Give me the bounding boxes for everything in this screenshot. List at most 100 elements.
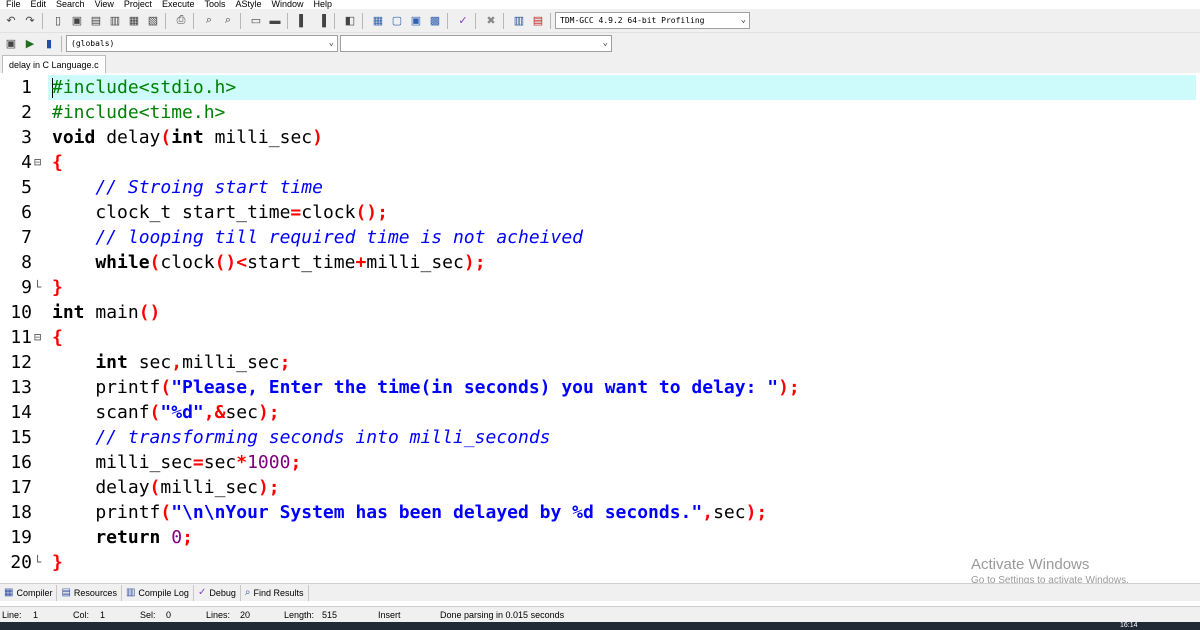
delete-profile-icon[interactable]: ▤: [530, 13, 546, 29]
status-line-value: 1: [33, 610, 39, 620]
tab-find-results[interactable]: ⌕ Find Results: [241, 584, 309, 601]
indent-icon[interactable]: ▌: [295, 13, 311, 29]
toggle-comment-icon[interactable]: ◧: [342, 13, 358, 29]
menu-tools[interactable]: Tools: [204, 0, 225, 9]
fold-toggle-icon[interactable]: ⊟: [34, 150, 44, 175]
line-number: 3: [21, 127, 32, 148]
menu-search[interactable]: Search: [56, 0, 85, 9]
identifier: milli_sec: [203, 127, 313, 148]
goto-icon[interactable]: ▶: [22, 36, 38, 52]
redo-icon[interactable]: ↷: [22, 13, 38, 29]
menu-bar: File Edit Search View Project Execute To…: [0, 0, 1200, 9]
line-number: 10: [10, 302, 32, 323]
tab-compile-log[interactable]: ▥ Compile Log: [122, 584, 194, 601]
menu-astyle[interactable]: AStyle: [235, 0, 261, 9]
main-toolbar: ↶ ↷ ▯ ▣ ▤ ▥ ▦ ▧ ⎙ ⌕ ⌕ ▭ ▬ ▌ ▐ ◧ ▦ ▢ ▣ ▩ …: [0, 9, 1200, 33]
watermark-title: Activate Windows: [971, 556, 1090, 573]
symbol: (): [138, 302, 161, 323]
preprocessor-directive: #include<time.h>: [52, 102, 226, 123]
close-all-icon[interactable]: ▧: [145, 13, 161, 29]
number-literal: 0: [171, 527, 183, 548]
run-icon[interactable]: ▢: [389, 13, 405, 29]
code-line-20: }: [52, 550, 63, 575]
code-line-11: {: [52, 325, 63, 350]
find-icon[interactable]: ⌕: [201, 13, 217, 29]
compiler-select[interactable]: TDM-GCC 4.9.2 64-bit Profiling ⌄: [555, 12, 750, 29]
open-file-icon[interactable]: ▣: [69, 13, 85, 29]
toolbar-separator: [61, 35, 62, 52]
fold-toggle-icon[interactable]: ⊟: [34, 325, 44, 350]
identifier: delay: [52, 477, 150, 498]
goto-line-icon[interactable]: ▭: [248, 13, 264, 29]
menu-execute[interactable]: Execute: [162, 0, 195, 9]
identifier: printf: [52, 502, 161, 523]
menu-view[interactable]: View: [95, 0, 114, 9]
tab-label: Find Results: [253, 587, 304, 598]
toggle-bookmark-icon[interactable]: ▬: [267, 13, 283, 29]
toolbar-separator: [447, 12, 448, 29]
line-number: 18: [10, 502, 32, 523]
menu-edit[interactable]: Edit: [31, 0, 47, 9]
line-number: 15: [10, 427, 32, 448]
preprocessor-directive: #include<stdio.h>: [52, 77, 237, 98]
member-select[interactable]: ⌄: [340, 35, 612, 52]
print-icon[interactable]: ⎙: [173, 13, 189, 29]
profile-chart-icon[interactable]: ▥: [511, 13, 527, 29]
toolbar-separator: [503, 12, 504, 29]
code-line-8: while(clock()<start_time+milli_sec);: [52, 250, 485, 275]
symbol: ;: [290, 452, 302, 473]
symbol: (: [160, 377, 172, 398]
identifier: milli_sec: [366, 252, 464, 273]
bottom-panel-tabs: ▦ Compiler ▤ Resources ▥ Compile Log ✓ Debug…: [0, 583, 1200, 601]
tab-debug[interactable]: ✓ Debug: [194, 584, 241, 601]
symbol: ,&: [203, 402, 226, 423]
save-all-icon[interactable]: ▥: [107, 13, 123, 29]
menu-help[interactable]: Help: [314, 0, 333, 9]
close-file-icon[interactable]: ▦: [126, 13, 142, 29]
line-number: 11: [10, 327, 32, 348]
line-number: 2: [21, 102, 32, 123]
identifier: milli_sec: [160, 477, 258, 498]
menu-project[interactable]: Project: [124, 0, 152, 9]
code-line-12: int sec,milli_sec;: [52, 350, 290, 375]
code-line-18: printf("\n\nYour System has been delayed…: [52, 500, 767, 525]
code-editor[interactable]: 1 2 3 4 ⊟ 5 6 7 8 9 └ 10 11 ⊟ 12 13 14 15 16 17 18 19 20 └ #inc…: [0, 73, 1200, 578]
stop-icon[interactable]: ✖: [483, 13, 499, 29]
replace-icon[interactable]: ⌕: [220, 13, 236, 29]
line-number: 20: [10, 552, 32, 573]
number-literal: 1000: [247, 452, 291, 473]
scope-select-value: (globals): [71, 39, 115, 48]
symbol: ()<: [214, 252, 248, 273]
check-syntax-icon[interactable]: ✓: [455, 13, 471, 29]
compile-run-icon[interactable]: ▣: [408, 13, 424, 29]
keyword: int: [171, 127, 204, 148]
comment: // transforming seconds into milli_secon…: [52, 427, 551, 448]
new-file-icon[interactable]: ▯: [50, 13, 66, 29]
insert-icon[interactable]: ▣: [3, 36, 19, 52]
line-number: 6: [21, 202, 32, 223]
identifier: main: [84, 302, 139, 323]
save-icon[interactable]: ▤: [88, 13, 104, 29]
status-lines-value: 20: [240, 610, 251, 620]
rebuild-icon[interactable]: ▩: [427, 13, 443, 29]
undo-icon[interactable]: ↶: [3, 13, 19, 29]
code-line-2: #include<time.h>: [52, 100, 225, 125]
editor-tab[interactable]: delay in C Language.c: [2, 55, 106, 73]
symbol: ;: [182, 527, 193, 548]
menu-file[interactable]: File: [6, 0, 21, 9]
keyword: while: [52, 252, 150, 273]
tab-resources[interactable]: ▤ Resources: [57, 584, 122, 601]
unindent-icon[interactable]: ▐: [314, 13, 330, 29]
code-line-17: delay(milli_sec);: [52, 475, 279, 500]
string-literal: "Please, Enter the time(in seconds) you …: [171, 377, 779, 398]
bookmark-icon[interactable]: ▮: [41, 36, 57, 52]
toolbar-separator: [42, 12, 43, 29]
tab-compiler[interactable]: ▦ Compiler: [0, 584, 58, 601]
compile-icon[interactable]: ▦: [370, 13, 386, 29]
keyword: void: [52, 127, 96, 148]
scope-select[interactable]: (globals) ⌄: [66, 35, 338, 52]
symbol: {: [52, 152, 63, 173]
code-line-16: milli_sec=sec*1000;: [52, 450, 301, 475]
menu-window[interactable]: Window: [272, 0, 304, 9]
comment: // Stroing start time: [52, 177, 323, 198]
